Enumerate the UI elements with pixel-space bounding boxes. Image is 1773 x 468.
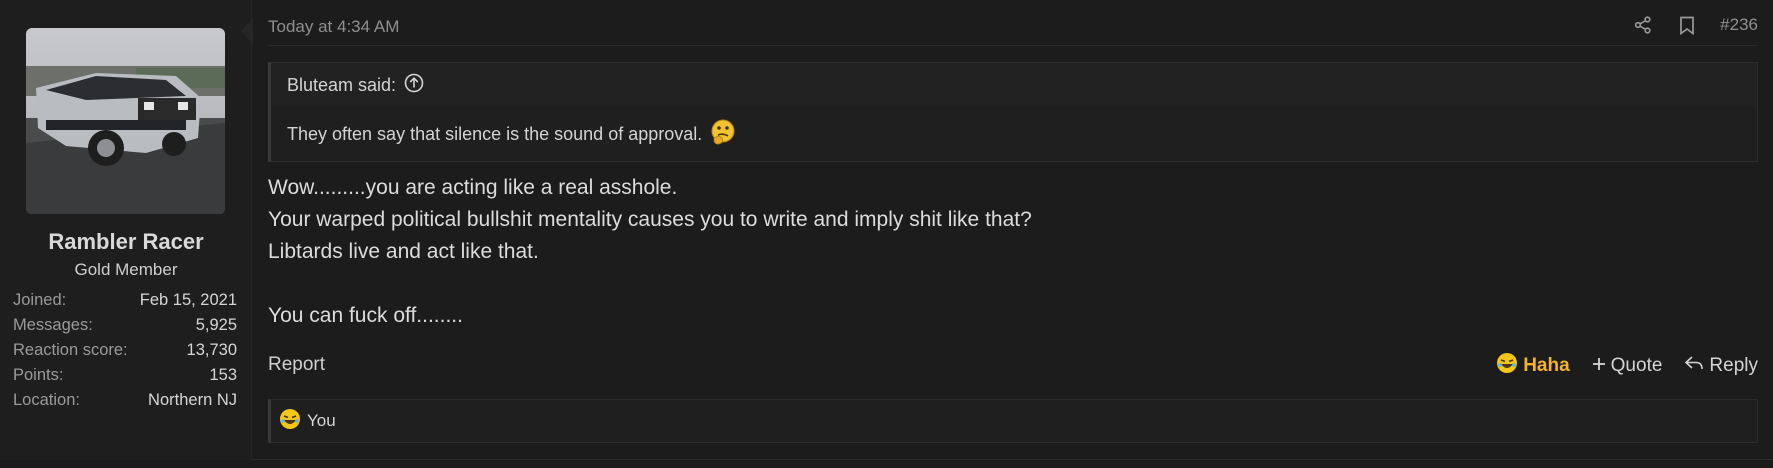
stat-value[interactable]: 5,925 (196, 313, 237, 338)
stat-label: Points: (13, 366, 64, 384)
report-link[interactable]: Report (268, 354, 325, 376)
plus-icon (1592, 355, 1606, 377)
quote-button[interactable]: Quote (1592, 355, 1663, 377)
quote-header: Bluteam said: (271, 63, 1757, 107)
post-timestamp[interactable]: Today at 4:34 AM (268, 17, 399, 37)
quote-label: Quote (1610, 355, 1663, 376)
user-stats: Joined: Feb 15, 2021 Messages: 5,925 Rea… (13, 288, 237, 413)
user-sidebar: Rambler Racer Gold Member Joined: Feb 15… (0, 0, 252, 460)
reply-button[interactable]: Reply (1684, 355, 1758, 377)
post-actions: Haha Quote Reply (1496, 352, 1758, 380)
post-message: Wow.........you are acting like a real a… (268, 172, 1748, 332)
stat-messages: Messages: 5,925 (13, 313, 237, 338)
quote-block: Bluteam said: They often say that silenc… (268, 62, 1758, 162)
stat-label: Location: (13, 391, 80, 409)
quote-body: They often say that silence is the sound… (271, 107, 1757, 162)
post-main: Today at 4:34 AM #236 Bluteam said: They… (252, 0, 1773, 460)
post-number[interactable]: #236 (1720, 15, 1758, 35)
laughing-emoji-icon (1496, 352, 1518, 380)
quote-author[interactable]: Bluteam said: (287, 75, 396, 96)
message-line: Wow.........you are acting like a real a… (268, 176, 678, 199)
haha-label: Haha (1523, 355, 1570, 376)
arrow-up-circle-icon[interactable] (404, 73, 424, 98)
stat-value: Feb 15, 2021 (139, 291, 237, 309)
laughing-emoji-icon (279, 408, 301, 435)
reactions-bar[interactable]: You (268, 399, 1758, 443)
stat-value[interactable]: 153 (209, 363, 237, 388)
post-container: Rambler Racer Gold Member Joined: Feb 15… (0, 0, 1773, 460)
haha-reaction-button[interactable]: Haha (1496, 352, 1570, 380)
reactions-text[interactable]: You (307, 411, 336, 431)
username[interactable]: Rambler Racer (0, 229, 252, 255)
message-line: Libtards live and act like that. (268, 240, 539, 263)
stat-reaction-score: Reaction score: 13,730 (13, 338, 237, 363)
message-line (268, 268, 1748, 300)
share-icon[interactable] (1632, 14, 1654, 36)
reply-label: Reply (1709, 355, 1758, 376)
stat-location: Location: Northern NJ (13, 388, 237, 413)
stat-value: 13,730 (186, 341, 237, 359)
quote-text: They often say that silence is the sound… (287, 124, 703, 144)
stat-joined: Joined: Feb 15, 2021 (13, 288, 237, 313)
post-header: Today at 4:34 AM #236 (268, 0, 1758, 46)
message-line: Your warped political bullshit mentality… (268, 208, 1032, 231)
avatar[interactable] (26, 28, 225, 214)
stat-points: Points: 153 (13, 363, 237, 388)
message-line: You can fuck off........ (268, 304, 463, 327)
stat-value: Northern NJ (148, 391, 237, 409)
bookmark-icon[interactable] (1676, 14, 1698, 36)
thinking-emoji-icon (708, 117, 738, 152)
reply-icon (1684, 355, 1704, 377)
stat-label: Messages: (13, 316, 93, 334)
stat-label: Reaction score: (13, 341, 128, 359)
stat-label: Joined: (13, 291, 67, 309)
user-title: Gold Member (74, 260, 178, 279)
post-footer: Report Haha Quote Reply (268, 350, 1758, 380)
post-header-actions: #236 (1632, 14, 1758, 36)
